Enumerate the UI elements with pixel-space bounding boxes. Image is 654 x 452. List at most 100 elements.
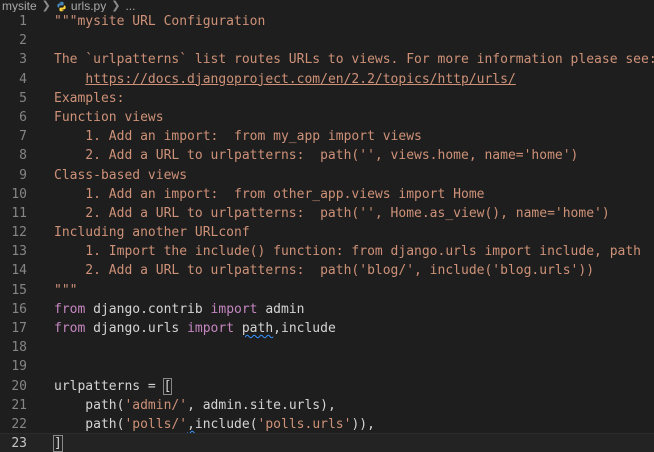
code-line[interactable]: 21 path('admin/', admin.site.urls),	[0, 396, 654, 415]
line-content[interactable]: from django.contrib import admin	[54, 300, 304, 319]
code-token: django.urls	[85, 321, 188, 336]
line-number: 19	[11, 359, 27, 375]
code-line[interactable]: 22 path('polls/',include('polls.urls')),	[0, 415, 654, 434]
code-line[interactable]: 3 The `urlpatterns` list routes URLs to v…	[0, 50, 654, 69]
chevron-right-icon: ❯	[41, 0, 51, 12]
code-token: )),	[351, 416, 375, 432]
line-number: 22	[11, 416, 27, 432]
code-line[interactable]: 1 """mysite URL Configuration	[0, 12, 654, 31]
line-content[interactable]: ]	[53, 434, 63, 452]
line-content[interactable]: path('admin/', admin.site.urls),	[54, 396, 336, 415]
code-token: django.contrib	[85, 301, 211, 317]
string-literal: 'polls.urls'	[257, 416, 352, 432]
line-content[interactable]: https://docs.djangoproject.com/en/2.2/to…	[54, 70, 516, 89]
breadcrumb-folder[interactable]: mysite	[2, 0, 37, 12]
code-line[interactable]: 18	[0, 338, 654, 357]
line-content[interactable]: Including another URLconf	[54, 223, 250, 242]
line-number: 17	[11, 321, 27, 336]
python-file-icon	[57, 1, 66, 11]
line-number: 14	[11, 263, 27, 279]
string-literal: 'polls/'	[124, 416, 188, 432]
docstring-text: """mysite URL Configuration	[54, 14, 266, 29]
code-line[interactable]: 16 from django.contrib import admin	[0, 300, 654, 319]
code-line[interactable]: 17 from django.urls import path,include	[0, 319, 654, 338]
line-number: 2	[19, 33, 27, 49]
line-number: 5	[19, 90, 27, 106]
breadcrumb-file[interactable]: urls.py	[71, 0, 106, 12]
keyword-token: from	[54, 301, 86, 317]
line-number: 6	[19, 109, 27, 125]
matched-bracket: ]	[53, 435, 63, 452]
code-line[interactable]: 15 """	[0, 281, 654, 300]
chevron-right-icon: ❯	[111, 0, 121, 12]
warning-squiggle-token: ,	[187, 416, 195, 432]
line-content[interactable]: 1. Add an import: from other_app.views i…	[54, 185, 484, 204]
line-number: 12	[11, 225, 27, 241]
code-token: , admin.site.urls),	[187, 397, 336, 413]
line-content[interactable]: Class-based views	[54, 166, 187, 185]
keyword-token: import	[210, 301, 258, 317]
line-number: 9	[19, 167, 27, 183]
code-line[interactable]: 23]	[0, 433, 654, 452]
docstring-text: """	[54, 282, 78, 298]
documentation-link: https://docs.djangoproject.com/en/2.2/to…	[85, 71, 516, 87]
line-number: 13	[11, 244, 27, 260]
line-content[interactable]: path('polls/',include('polls.urls')),	[54, 415, 375, 434]
code-line[interactable]: 12 Including another URLconf	[0, 223, 654, 242]
code-lines[interactable]: 1 """mysite URL Configuration 2 3 The `urlpa…	[0, 12, 654, 452]
line-number: 18	[11, 340, 27, 356]
code-line[interactable]: 6 Function views	[0, 108, 654, 127]
line-content[interactable]: """mysite URL Configuration	[54, 12, 265, 31]
code-line[interactable]: 10 1. Add an import: from other_app.view…	[0, 185, 654, 204]
line-number: 15	[11, 282, 27, 298]
line-content[interactable]: 2. Add a URL to urlpatterns: path('', Ho…	[54, 204, 610, 223]
line-number: 3	[19, 52, 27, 68]
docstring-text: 2. Add a URL to urlpatterns: path('blog/…	[54, 263, 595, 279]
docstring-text: 1. Add an import: from my_app import vie…	[54, 129, 422, 145]
line-content[interactable]: 2. Add a URL to urlpatterns: path('', vi…	[54, 146, 578, 165]
code-line[interactable]: 4 https://docs.djangoproject.com/en/2.2/…	[0, 70, 654, 89]
matched-bracket: [	[162, 377, 173, 395]
line-number: 23	[11, 436, 27, 452]
line-content[interactable]: from django.urls import path,include	[54, 319, 336, 338]
line-number: 7	[19, 129, 27, 145]
line-number: 1	[19, 14, 27, 29]
line-content[interactable]: 1. Add an import: from my_app import vie…	[54, 127, 422, 146]
code-editor[interactable]: mysite ❯ urls.py ❯ ... 1 """mysite URL Co…	[0, 0, 654, 452]
code-token: path(	[54, 416, 125, 432]
code-token: admin	[257, 301, 305, 317]
line-number: 11	[11, 205, 27, 221]
code-line[interactable]: 19	[0, 357, 654, 376]
line-content[interactable]: """	[54, 281, 77, 300]
code-token: include(	[194, 416, 258, 432]
breadcrumb: mysite ❯ urls.py ❯ ...	[0, 0, 654, 12]
code-line[interactable]: 5 Examples:	[0, 89, 654, 108]
code-line[interactable]: 9 Class-based views	[0, 166, 654, 185]
line-content[interactable]: The `urlpatterns` list routes URLs to vi…	[54, 50, 654, 69]
code-line[interactable]: 8 2. Add a URL to urlpatterns: path('', …	[0, 146, 654, 165]
line-content[interactable]: urlpatterns = [	[54, 377, 173, 396]
code-line[interactable]: 2	[0, 31, 654, 50]
code-line[interactable]: 11 2. Add a URL to urlpatterns: path('',…	[0, 204, 654, 223]
code-line[interactable]: 14 2. Add a URL to urlpatterns: path('bl…	[0, 261, 654, 280]
line-content[interactable]: 2. Add a URL to urlpatterns: path('blog/…	[54, 261, 594, 280]
line-number: 8	[19, 148, 27, 164]
docstring-text: Examples:	[54, 90, 125, 106]
line-content[interactable]: 1. Import the include() function: from d…	[54, 242, 641, 261]
keyword-token: import	[187, 321, 235, 336]
breadcrumb-symbol[interactable]: ...	[125, 0, 135, 12]
warning-squiggle-token: path	[241, 321, 274, 336]
code-line[interactable]: 13 1. Import the include() function: fro…	[0, 242, 654, 261]
line-content[interactable]: Function views	[54, 108, 164, 127]
code-line[interactable]: 7 1. Add an import: from my_app import v…	[0, 127, 654, 146]
line-number: 16	[11, 301, 27, 317]
line-number: 10	[11, 186, 27, 202]
keyword-token: from	[54, 321, 86, 336]
docstring-text: 2. Add a URL to urlpatterns: path('', Ho…	[54, 205, 610, 221]
line-content[interactable]: Examples:	[54, 89, 124, 108]
line-number: 21	[11, 397, 27, 413]
code-token: urlpatterns =	[54, 378, 164, 394]
code-line[interactable]: 20 urlpatterns = [	[0, 377, 654, 396]
docstring-text: 1. Import the include() function: from d…	[54, 244, 641, 260]
